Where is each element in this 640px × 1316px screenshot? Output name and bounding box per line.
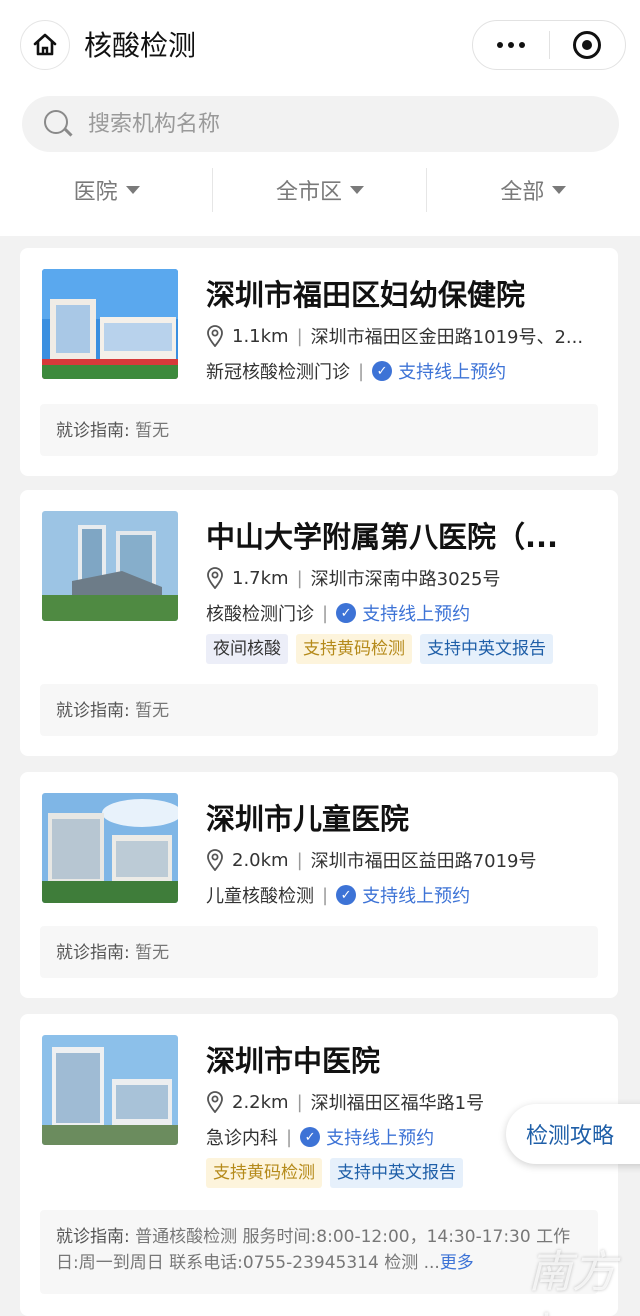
hospital-photo: [42, 1035, 178, 1145]
hospital-photo: [42, 269, 178, 379]
guide-value: 普通核酸检测 服务时间:8:00-12:00，14:30-17:30 工作日:周…: [56, 1227, 571, 1273]
guide-label: 就诊指南:: [56, 1227, 130, 1247]
page-title: 核酸检测: [84, 29, 197, 62]
hospital-name: 中山大学附属第八医院（...: [206, 520, 559, 554]
service-name: 核酸检测门诊: [206, 604, 314, 625]
distance: 1.7km: [232, 567, 289, 589]
guide-value: 暂无: [135, 701, 170, 721]
location-row: 1.1km | 深圳市福田区金田路1019号、2...: [206, 323, 604, 349]
online-booking-label: 支持线上预约: [326, 1128, 435, 1149]
hospital-card[interactable]: 中山大学附属第八医院（... 1.7km | 深圳市深南中路3025号 核酸检测…: [20, 490, 618, 756]
home-button[interactable]: [20, 20, 70, 70]
location-row: 1.7km | 深圳市深南中路3025号: [206, 565, 604, 591]
separator: |: [296, 849, 303, 871]
visit-guide: 就诊指南: 暂无: [40, 684, 598, 736]
caret-down-icon: [125, 186, 140, 194]
filter-district[interactable]: 全市区: [213, 168, 426, 212]
caret-down-icon: [552, 186, 567, 194]
check-icon: ✓: [336, 603, 357, 623]
mini-program-capsule: [472, 20, 626, 70]
address: 深圳市深南中路3025号: [310, 569, 501, 590]
hospital-card[interactable]: 深圳市儿童医院 2.0km | 深圳市福田区益田路7019号 儿童核酸检测 | …: [20, 772, 618, 998]
tag-yellow-code: 支持黄码检测: [296, 634, 412, 664]
caret-down-icon: [350, 186, 364, 194]
more-dots-icon: [496, 42, 525, 48]
distance: 2.2km: [232, 1091, 289, 1113]
tag-yellow-code: 支持黄码检测: [206, 1158, 322, 1188]
more-link[interactable]: 更多: [440, 1253, 474, 1273]
filter-type-label: 医院: [73, 180, 118, 205]
online-booking-label: 支持线上预约: [362, 886, 471, 907]
filter-category[interactable]: 全部: [427, 168, 640, 212]
filter-divider: [212, 168, 213, 212]
test-guide-button[interactable]: 检测攻略: [506, 1104, 640, 1164]
service-row: 新冠核酸检测门诊 | ✓ 支持线上预约: [206, 358, 604, 384]
visit-guide: 就诊指南: 普通核酸检测 服务时间:8:00-12:00，14:30-17:30…: [40, 1210, 598, 1294]
filter-divider: [426, 168, 427, 212]
location-pin-icon: [207, 1091, 223, 1113]
filter-category-label: 全部: [500, 180, 545, 205]
filter-district-label: 全市区: [275, 180, 342, 205]
hospital-photo: [42, 511, 178, 621]
separator: |: [358, 360, 365, 382]
hospital-name: 深圳市中医院: [206, 1044, 381, 1078]
check-icon: ✓: [300, 1127, 321, 1147]
separator: |: [296, 1091, 303, 1113]
guide-label: 就诊指南:: [56, 421, 130, 441]
filter-bar: 医院 全市区 全部: [0, 168, 640, 212]
guide-label: 就诊指南:: [56, 943, 130, 963]
service-name: 新冠核酸检测门诊: [206, 362, 350, 383]
address: 深圳福田区福华路1号: [310, 1093, 485, 1114]
location-row: 2.0km | 深圳市福田区益田路7019号: [206, 847, 604, 873]
visit-guide: 就诊指南: 暂无: [40, 926, 598, 978]
tag-night-test: 夜间核酸: [206, 634, 288, 664]
separator: |: [296, 325, 303, 347]
tag-bilingual-report: 支持中英文报告: [330, 1158, 463, 1188]
online-booking-label: 支持线上预约: [362, 604, 471, 625]
location-pin-icon: [207, 849, 223, 871]
online-booking-label: 支持线上预约: [398, 362, 507, 383]
service-row: 儿童核酸检测 | ✓ 支持线上预约: [206, 882, 604, 908]
search-icon: [44, 110, 73, 138]
filter-type[interactable]: 医院: [0, 168, 213, 212]
guide-label: 就诊指南:: [56, 701, 130, 721]
home-icon: [33, 33, 57, 56]
separator: |: [296, 567, 303, 589]
guide-value: 暂无: [135, 943, 170, 963]
feature-tags: 夜间核酸 支持黄码检测 支持中英文报告: [206, 634, 553, 664]
hospital-name: 深圳市儿童医院: [206, 802, 410, 836]
location-pin-icon: [207, 325, 223, 347]
service-name: 儿童核酸检测: [206, 886, 314, 907]
header: 核酸检测 医院 全市区 全部: [0, 0, 640, 236]
separator: |: [286, 1126, 293, 1148]
search-bar[interactable]: [22, 96, 619, 152]
check-icon: ✓: [336, 885, 357, 905]
feature-tags: 支持黄码检测 支持中英文报告: [206, 1158, 463, 1188]
service-name: 急诊内科: [206, 1128, 278, 1149]
hospital-card[interactable]: 深圳市福田区妇幼保健院 1.1km | 深圳市福田区金田路1019号、2... …: [20, 248, 618, 476]
address: 深圳市福田区金田路1019号、2...: [310, 327, 584, 348]
more-menu-button[interactable]: [473, 21, 549, 69]
target-close-icon: [573, 31, 602, 59]
hospital-name: 深圳市福田区妇幼保健院: [206, 278, 526, 312]
separator: |: [322, 884, 329, 906]
visit-guide: 就诊指南: 暂无: [40, 404, 598, 456]
address: 深圳市福田区益田路7019号: [310, 851, 537, 872]
check-icon: ✓: [372, 361, 393, 381]
hospital-photo: [42, 793, 178, 903]
separator: |: [322, 602, 329, 624]
distance: 1.1km: [232, 325, 289, 347]
guide-value: 暂无: [135, 421, 170, 441]
close-program-button[interactable]: [550, 21, 626, 69]
distance: 2.0km: [232, 849, 289, 871]
tag-bilingual-report: 支持中英文报告: [420, 634, 553, 664]
service-row: 核酸检测门诊 | ✓ 支持线上预约: [206, 600, 604, 626]
search-input[interactable]: [88, 111, 548, 137]
watermark-logo: 南方+: [528, 1247, 616, 1316]
location-pin-icon: [207, 567, 223, 589]
